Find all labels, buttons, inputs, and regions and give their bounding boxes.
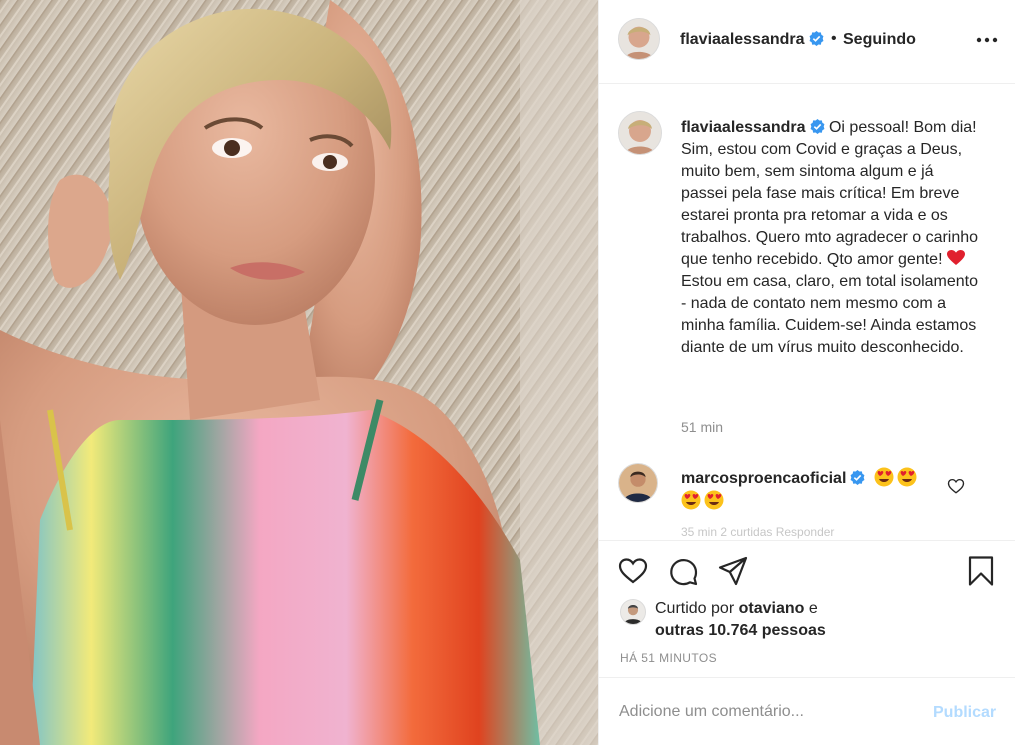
post-sidebar: flaviaalessandra • Seguindo flaviaalessa…	[598, 0, 1015, 745]
post-timestamp[interactable]: HÁ 51 MINUTOS	[620, 651, 717, 665]
liked-by-prefix: Curtido por	[655, 600, 735, 617]
add-comment-bar: Publicar	[599, 677, 1015, 745]
post-header: flaviaalessandra • Seguindo	[599, 0, 1015, 84]
share-button[interactable]	[717, 555, 749, 587]
like-button[interactable]	[617, 555, 649, 587]
caption-text-part2: Estou em casa, claro, em total isolament…	[681, 273, 979, 356]
author-username[interactable]: flaviaalessandra	[680, 31, 824, 49]
comment-username[interactable]: marcosproencaoficial	[681, 470, 846, 487]
caption-author-avatar[interactable]	[618, 111, 662, 155]
more-horizontal-icon	[976, 37, 998, 43]
send-paper-plane-icon	[718, 556, 748, 586]
heart-eyes-emoji-icon	[874, 467, 894, 487]
likes-count-link[interactable]: outras 10.764 pessoas	[655, 622, 826, 639]
caption-text-part1: Oi pessoal! Bom dia! Sim, estou com Covi…	[681, 119, 979, 268]
save-button[interactable]	[965, 555, 997, 587]
verified-badge-icon	[810, 119, 824, 134]
post-image	[0, 0, 598, 745]
instagram-post: flaviaalessandra • Seguindo flaviaalessa…	[0, 0, 1015, 745]
liked-by-user[interactable]: otaviano	[739, 600, 805, 617]
verified-badge-icon	[809, 31, 823, 46]
heart-outline-icon	[947, 478, 965, 494]
caption-time: 51 min	[681, 419, 724, 435]
comment-bubble-icon	[670, 559, 698, 586]
red-heart-emoji-icon	[946, 250, 965, 265]
liker-avatar[interactable]	[620, 599, 646, 625]
publish-button[interactable]: Publicar	[933, 704, 996, 722]
caption-username[interactable]: flaviaalessandra	[681, 119, 806, 136]
post-photo[interactable]	[0, 0, 598, 745]
comment-input[interactable]	[619, 700, 919, 724]
post-caption: flaviaalessandra Oi pessoal! Bom dia! Si…	[681, 117, 981, 359]
bookmark-icon	[968, 556, 994, 586]
comments-section[interactable]: flaviaalessandra Oi pessoal! Bom dia! Si…	[599, 85, 1015, 540]
comment: marcosproencaoficial	[681, 467, 941, 513]
author-avatar[interactable]	[618, 18, 660, 60]
heart-eyes-emoji-icon	[704, 490, 724, 510]
liked-by-conj: e	[808, 600, 818, 617]
more-options-button[interactable]	[975, 32, 999, 48]
heart-eyes-emoji-icon	[897, 467, 917, 487]
post-actions: Curtido por otaviano e outras 10.764 pes…	[599, 540, 1015, 676]
heart-eyes-emoji-icon	[681, 490, 701, 510]
verified-badge-icon	[850, 470, 865, 485]
commenter-avatar[interactable]	[618, 463, 658, 503]
following-button[interactable]: Seguindo	[843, 31, 916, 49]
author-username-text[interactable]: flaviaalessandra	[680, 31, 805, 48]
comment-like-button[interactable]	[947, 477, 965, 495]
liked-by: Curtido por otaviano e outras 10.764 pes…	[655, 598, 826, 642]
header-separator: •	[831, 30, 837, 47]
comment-button[interactable]	[667, 555, 699, 587]
heart-outline-icon	[618, 558, 648, 584]
comment-meta: 35 min 2 curtidas Responder	[681, 525, 835, 539]
